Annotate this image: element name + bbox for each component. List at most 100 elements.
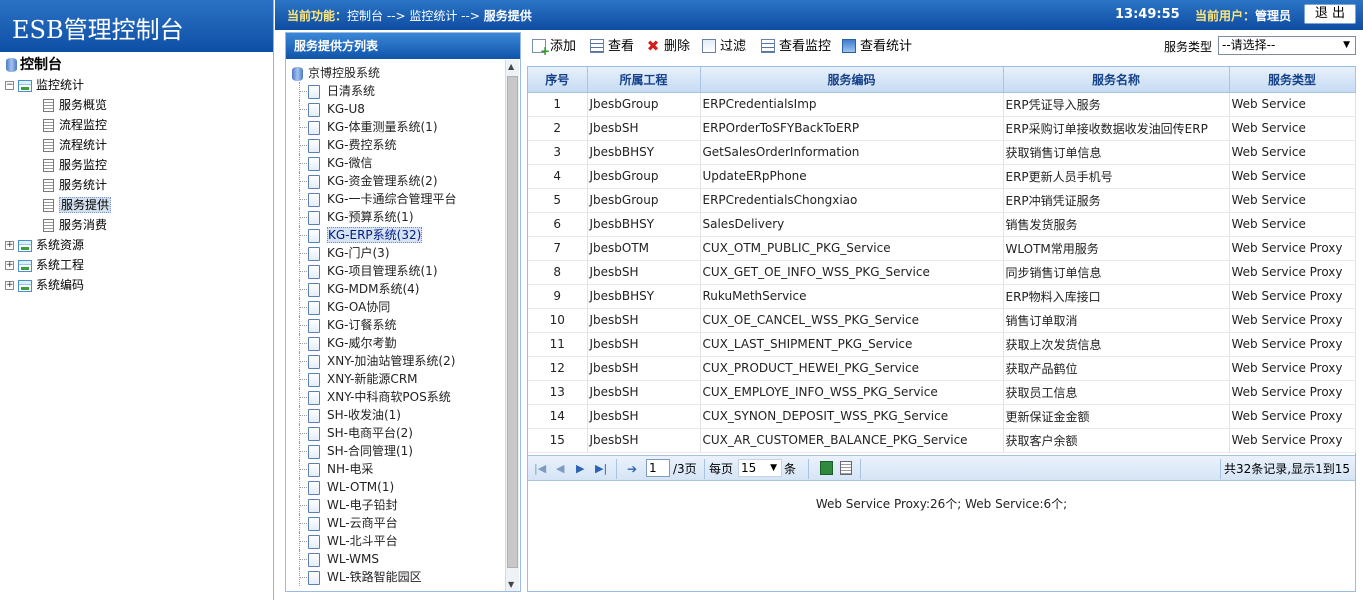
tree-root[interactable]: 京博控股系统 [292,64,504,82]
delete-button[interactable]: ✖ 删除 [646,38,690,56]
tree-item[interactable]: SH-合同管理(1) [292,442,504,460]
filter-button[interactable]: 过滤 [702,38,746,56]
export-doc-icon[interactable] [840,461,852,477]
nav-item-service-stats[interactable]: 服务统计 [3,175,273,195]
tree-item[interactable]: SH-电商平台(2) [292,424,504,442]
table-row[interactable]: 2 JbesbSH ERPOrderToSFYBackToERP ERP采购订单接收数… [528,116,1356,141]
table-cell: Web Service [1229,92,1356,117]
col-header-index[interactable]: 序号 [528,67,588,93]
app-title: ESB管理控制台 [0,0,273,52]
table-row[interactable]: 13 JbesbSH CUX_EMPLOYE_INFO_WSS_PKG_Servic… [528,380,1356,405]
tree-item[interactable]: KG-一卡通综合管理平台 [292,190,504,208]
table-row[interactable]: 9 JbesbBHSY RukuMethService ERP物料入库接口 Web Se… [528,284,1356,309]
tree-item[interactable]: WL-铁路智能园区 [292,568,504,586]
table-cell: 10 [528,308,588,333]
tree-item[interactable]: KG-MDM系统(4) [292,280,504,298]
view-monitor-button[interactable]: 查看监控 [761,38,831,56]
record-summary: 共32条记录,显示1到15 [1224,462,1350,476]
tree-item[interactable]: KG-OA协同 [292,298,504,316]
scroll-up-icon[interactable]: ▲ [508,62,514,71]
view-stats-button[interactable]: 查看统计 [842,38,912,56]
expand-icon[interactable]: + [5,281,14,290]
add-button[interactable]: 添加 [532,38,576,57]
prev-page-icon[interactable]: ◀ [556,461,564,477]
nav-group-monitor[interactable]: − 监控统计 [3,75,273,95]
tree-item[interactable]: 日清系统 [292,82,504,100]
col-header-project[interactable]: 所属工程 [587,67,701,93]
tree-item[interactable]: XNY-加油站管理系统(2) [292,352,504,370]
tree-item[interactable]: WL-WMS [292,550,504,568]
table-row[interactable]: 8 JbesbSH CUX_GET_OE_INFO_WSS_PKG_Service 同… [528,260,1356,285]
scroll-down-icon[interactable]: ▼ [508,580,514,589]
table-row[interactable]: 4 JbesbGroup UpdateERpPhone ERP更新人员手机号 Web S… [528,164,1356,189]
monitor-icon [761,38,775,53]
page-input[interactable]: 1 [646,459,670,477]
first-page-icon[interactable]: |◀ [534,461,546,477]
tree-item[interactable]: KG-订餐系统 [292,316,504,334]
table-row[interactable]: 5 JbesbGroup ERPCredentialsChongxiao ERP冲销凭… [528,188,1356,213]
tree-item[interactable]: KG-U8 [292,100,504,118]
nav-root[interactable]: 控制台 [3,55,273,75]
table-cell: 获取销售订单信息 [1003,140,1230,165]
view-button[interactable]: 查看 [590,38,634,56]
nav-item-overview[interactable]: 服务概览 [3,95,273,115]
tree-item[interactable]: KG-门户(3) [292,244,504,262]
table-row[interactable]: 3 JbesbBHSY GetSalesOrderInformation 获取销售订单… [528,140,1356,165]
nav-item-flow-monitor[interactable]: 流程监控 [3,115,273,135]
tree-item[interactable]: KG-费控系统 [292,136,504,154]
tree-item[interactable]: WL-云商平台 [292,514,504,532]
tree-item[interactable]: WL-OTM(1) [292,478,504,496]
tree-item[interactable]: WL-北斗平台 [292,532,504,550]
service-grid: 序号 所属工程 服务编码 服务名称 服务类型 1 JbesbGroup ERPCre… [527,66,1356,592]
table-cell: CUX_LAST_SHIPMENT_PKG_Service [700,332,1004,357]
table-row[interactable]: 1 JbesbGroup ERPCredentialsImp ERP凭证导入服务 Web… [528,92,1356,117]
table-row[interactable]: 14 JbesbSH CUX_SYNON_DEPOSIT_WSS_PKG_Servi… [528,404,1356,429]
page-icon [43,179,54,192]
table-row[interactable]: 11 JbesbSH CUX_LAST_SHIPMENT_PKG_Service 获取… [528,332,1356,357]
tree-item[interactable]: KG-预算系统(1) [292,208,504,226]
nav-item-service-monitor[interactable]: 服务监控 [3,155,273,175]
table-cell: Web Service Proxy [1229,356,1356,381]
col-header-service-name[interactable]: 服务名称 [1003,67,1230,93]
tree-item[interactable]: XNY-新能源CRM [292,370,504,388]
table-cell: UpdateERpPhone [700,164,1004,189]
nav-item-flow-stats[interactable]: 流程统计 [3,135,273,155]
nav-group-projects[interactable]: + 系统工程 [3,255,273,275]
col-header-service-type[interactable]: 服务类型 [1229,67,1356,93]
nav-item-service-provide[interactable]: 服务提供 [3,195,273,215]
nav-group-resources[interactable]: + 系统资源 [3,235,273,255]
last-page-icon[interactable]: ▶| [595,461,607,477]
export-excel-icon[interactable] [820,461,833,477]
tree-item[interactable]: WL-电子铅封 [292,496,504,514]
table-row[interactable]: 6 JbesbBHSY SalesDelivery 销售发货服务 Web Service [528,212,1356,237]
expand-icon[interactable]: + [5,261,14,270]
col-header-service-code[interactable]: 服务编码 [700,67,1004,93]
tree-item[interactable]: SH-收发油(1) [292,406,504,424]
expand-icon[interactable]: + [5,241,14,250]
nav-group-codes[interactable]: + 系统编码 [3,275,273,295]
tree-item[interactable]: XNY-中科商软POS系统 [292,388,504,406]
per-page-select[interactable]: 15 ▼ [738,459,782,477]
nav-tree: 控制台 − 监控统计 服务概览 流程监控 流程统计 服务监控 服务统计 服务提供 … [0,52,273,295]
tree-item[interactable]: KG-微信 [292,154,504,172]
table-row[interactable]: 12 JbesbSH CUX_PRODUCT_HEWEI_PKG_Service 获取… [528,356,1356,381]
scroll-thumb[interactable] [507,76,518,568]
tree-item[interactable]: KG-体重测量系统(1) [292,118,504,136]
table-row[interactable]: 15 JbesbSH CUX_AR_CUSTOMER_BALANCE_PKG_Ser… [528,428,1356,453]
divider [616,459,617,479]
table-cell: ERP冲销凭证服务 [1003,188,1230,213]
table-row[interactable]: 10 JbesbSH CUX_OE_CANCEL_WSS_PKG_Service 销售… [528,308,1356,333]
nav-item-service-consume[interactable]: 服务消费 [3,215,273,235]
tree-item[interactable]: KG-项目管理系统(1) [292,262,504,280]
go-icon[interactable]: ➔ [627,461,637,477]
table-row[interactable]: 7 JbesbOTM CUX_OTM_PUBLIC_PKG_Service WLOTM… [528,236,1356,261]
tree-item[interactable]: KG-威尔考勤 [292,334,504,352]
logout-button[interactable]: 退 出 [1304,4,1356,24]
tree-item[interactable]: NH-电采 [292,460,504,478]
collapse-icon[interactable]: − [5,81,14,90]
next-page-icon[interactable]: ▶ [576,461,584,477]
tree-item[interactable]: KG-资金管理系统(2) [292,172,504,190]
tree-item[interactable]: KG-ERP系统(32) [292,226,504,244]
service-type-select[interactable]: --请选择-- ▼ [1218,36,1356,55]
tree-scrollbar[interactable]: ▲ ▼ [505,60,519,591]
